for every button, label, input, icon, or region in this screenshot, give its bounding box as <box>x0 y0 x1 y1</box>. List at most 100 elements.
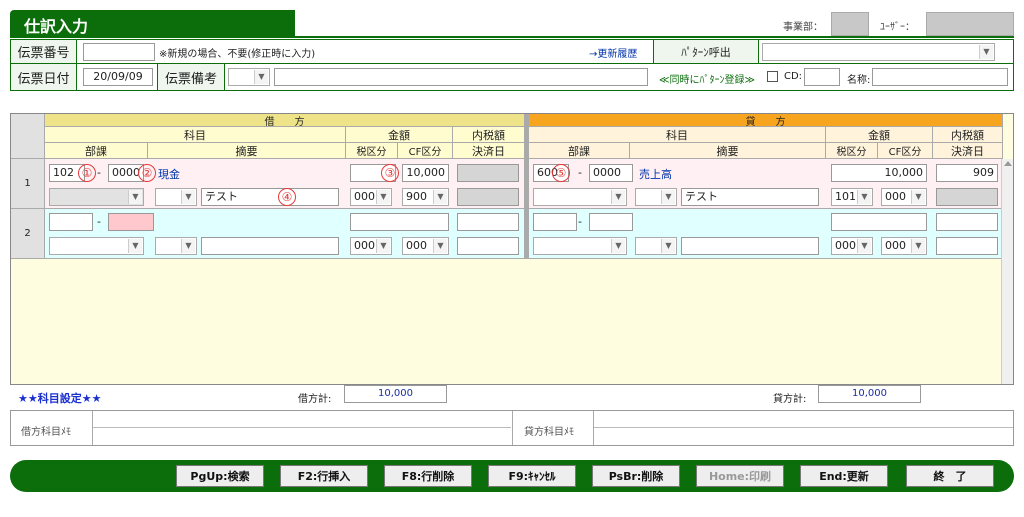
grid-scrollbar[interactable] <box>1001 159 1013 384</box>
marker-3: ③ <box>381 164 399 182</box>
credit-inner-tax-input[interactable]: 909 <box>936 164 998 182</box>
chevron-down-icon: ▼ <box>911 239 925 253</box>
debit-memo-field[interactable] <box>93 411 511 428</box>
debit-summary-input[interactable]: テスト <box>201 188 339 206</box>
credit-cf-select[interactable]: 000 ▼ <box>881 237 927 255</box>
update-history-link[interactable]: →更新履歴 <box>589 45 637 60</box>
slip-no-note: ※新規の場合、不要(修正時に入力) <box>159 49 316 60</box>
marker-1: ① <box>78 164 96 182</box>
debit-sub-input[interactable] <box>108 213 154 231</box>
dept-label: 事業部： <box>783 22 823 33</box>
chevron-down-icon: ▼ <box>661 239 675 253</box>
credit-memo-label: 貸方科目ﾒﾓ <box>524 427 574 438</box>
pattern-call-select[interactable]: ▼ <box>762 43 995 61</box>
dept-dash: - <box>97 215 101 228</box>
debit-cf-select[interactable]: 000 ▼ <box>402 237 449 255</box>
name-input[interactable] <box>872 68 1008 86</box>
credit-dept-select[interactable]: ▼ <box>533 237 627 255</box>
scroll-up-icon[interactable] <box>1003 161 1012 166</box>
search-button[interactable]: PgUp:検索 <box>176 465 264 487</box>
cancel-button[interactable]: F9:ｷｬﾝｾﾙ <box>488 465 576 487</box>
slip-memo-select[interactable]: ▼ <box>228 68 270 86</box>
credit-cf-select[interactable]: 000 ▼ <box>881 188 927 206</box>
debit-settle-date-input[interactable] <box>457 237 519 255</box>
memo-divider <box>512 411 513 445</box>
debit-dept-select: ▼ <box>49 188 144 206</box>
pattern-call-label: ﾊﾟﾀｰﾝ呼出 <box>653 40 759 63</box>
credit-dept-input[interactable] <box>533 213 577 231</box>
debit-col-summary: 摘要 <box>148 143 346 159</box>
debit-summary-input[interactable] <box>201 237 339 255</box>
function-key-bar: PgUp:検索 F2:行挿入 F8:行削除 F9:ｷｬﾝｾﾙ PsBr:削除 H… <box>10 460 1014 492</box>
debit-dept-select[interactable]: ▼ <box>49 237 144 255</box>
credit-tax-select[interactable]: 101 ▼ <box>831 188 873 206</box>
user-label: ﾕｰｻﾞｰ： <box>880 22 915 33</box>
exit-button[interactable]: 終 了 <box>906 465 994 487</box>
account-setting-link[interactable]: ★★科目設定★★ <box>18 390 101 406</box>
credit-summary-input[interactable]: テスト <box>681 188 819 206</box>
debit-inner-tax-input[interactable] <box>457 213 519 231</box>
debit-cf-select[interactable]: 900 ▼ <box>402 188 449 206</box>
credit-header: 貸 方 <box>529 114 1003 128</box>
debit-dept-input[interactable] <box>49 213 93 231</box>
debit-summary-select[interactable]: ▼ <box>155 237 197 255</box>
debit-col-amount: 金額 <box>346 127 453 143</box>
credit-settle-date-input[interactable] <box>936 237 998 255</box>
debit-tax-select[interactable]: 000 ▼ <box>350 188 392 206</box>
cd-input[interactable] <box>804 68 840 86</box>
debit-amount-input[interactable] <box>350 213 449 231</box>
form-row-slip-no: 伝票番号 ※新規の場合、不要(修正時に入力) →更新履歴 ﾊﾟﾀｰﾝ呼出 ▼ <box>10 39 1014 64</box>
slip-no-input[interactable] <box>83 43 155 61</box>
slip-date-input[interactable]: 20/09/09 <box>83 68 153 86</box>
delete-button[interactable]: PsBr:削除 <box>592 465 680 487</box>
chevron-down-icon: ▼ <box>181 190 195 204</box>
credit-col-summary: 摘要 <box>630 143 826 159</box>
pattern-register-checkbox[interactable] <box>767 71 778 82</box>
slip-memo-label: 伝票備考 <box>157 64 225 90</box>
debit-total-label: 借方計: <box>298 394 332 405</box>
credit-col-cf-class: CF区分 <box>878 143 933 159</box>
chevron-down-icon: ▼ <box>911 190 925 204</box>
chevron-down-icon: ▼ <box>611 190 625 204</box>
credit-sub-input[interactable] <box>589 213 633 231</box>
debit-summary-select[interactable]: ▼ <box>155 188 197 206</box>
credit-sub-input[interactable]: 0000 <box>589 164 633 182</box>
credit-settle-date-input <box>936 188 998 206</box>
insert-row-button[interactable]: F2:行挿入 <box>280 465 368 487</box>
debit-amount-input[interactable]: 10,000 <box>402 164 449 182</box>
page-title: 仕訳入力 <box>10 10 295 36</box>
debit-col-dept: 部課 <box>45 143 148 159</box>
debit-tax-select[interactable]: 000 ▼ <box>350 237 392 255</box>
chevron-down-icon: ▼ <box>181 239 195 253</box>
chevron-down-icon: ▼ <box>376 239 390 253</box>
name-label: 名称: <box>847 75 871 86</box>
chevron-down-icon: ▼ <box>433 239 447 253</box>
marker-2: ② <box>138 164 156 182</box>
debit-col-settle-date: 決済日 <box>453 143 525 159</box>
form-row-slip-date: 伝票日付 20/09/09 伝票備考 ▼ ≪同時にﾊﾟﾀｰﾝ登録≫ CD: 名称… <box>10 64 1014 91</box>
credit-summary-input[interactable] <box>681 237 819 255</box>
credit-dept-select[interactable]: ▼ <box>533 188 627 206</box>
credit-amount-input[interactable]: 10,000 <box>831 164 927 182</box>
marker-4: ④ <box>278 188 296 206</box>
credit-total-label: 貸方計: <box>773 394 807 405</box>
slip-memo-input[interactable] <box>274 68 648 86</box>
delete-row-button[interactable]: F8:行削除 <box>384 465 472 487</box>
user-value <box>926 12 1014 36</box>
debit-total-value: 10,000 <box>344 385 447 403</box>
row-number: 2 <box>11 209 45 259</box>
update-button[interactable]: End:更新 <box>800 465 888 487</box>
credit-summary-select[interactable]: ▼ <box>635 188 677 206</box>
debit-account-name: 現金 <box>158 168 180 181</box>
title-underline <box>10 36 1014 38</box>
credit-memo-field[interactable] <box>594 411 1013 428</box>
debit-inner-tax-input <box>457 164 519 182</box>
chevron-down-icon: ▼ <box>979 45 993 59</box>
credit-summary-select[interactable]: ▼ <box>635 237 677 255</box>
credit-amount-input[interactable] <box>831 213 927 231</box>
chevron-down-icon: ▼ <box>433 190 447 204</box>
credit-tax-select[interactable]: 000 ▼ <box>831 237 873 255</box>
credit-inner-tax-input[interactable] <box>936 213 998 231</box>
dept-dash: - <box>97 166 101 179</box>
credit-col-amount: 金額 <box>826 127 933 143</box>
